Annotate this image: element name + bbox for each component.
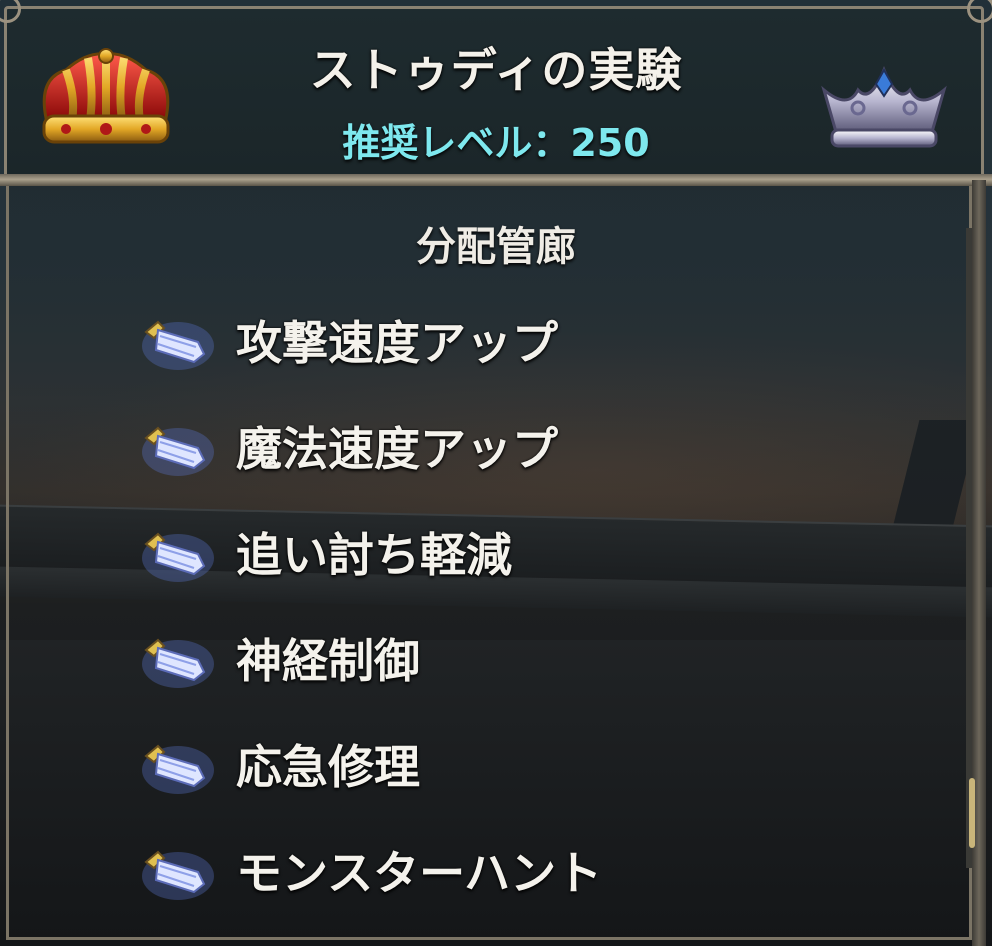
game-screen: ストゥディの実験 推奨レベル：250 分配管廊 攻撃速度アップ 魔法速度アップ …	[0, 0, 992, 946]
list-item[interactable]: 追い討ち軽減	[140, 520, 760, 590]
list-item-label: 応急修理	[236, 740, 420, 794]
list-item[interactable]: モンスターハント	[140, 838, 760, 908]
crystal-icon	[142, 638, 214, 688]
crystal-icon	[142, 850, 214, 900]
frame-corner-ornament	[0, 0, 21, 23]
list-item-label: モンスターハント	[236, 846, 603, 900]
scrollbar-track[interactable]	[966, 228, 972, 868]
section-title: 分配管廊	[416, 224, 576, 270]
scrollbar-thumb[interactable]	[969, 778, 975, 848]
crystal-icon	[142, 320, 214, 370]
crystal-icon	[142, 744, 214, 794]
header-divider	[0, 174, 992, 186]
stage-title: ストゥディの実験	[309, 43, 683, 97]
list-item[interactable]: 神経制御	[140, 626, 760, 696]
crystal-icon	[142, 426, 214, 476]
list-item-label: 追い討ち軽減	[236, 528, 512, 582]
list-item[interactable]: 攻撃速度アップ	[140, 308, 760, 378]
frame-corner-ornament	[967, 0, 992, 23]
list-item-label: 攻撃速度アップ	[236, 316, 558, 370]
recommended-level: 推奨レベル：250	[342, 121, 650, 165]
list-item[interactable]: 魔法速度アップ	[140, 414, 760, 484]
list-item-label: 魔法速度アップ	[236, 422, 558, 476]
list-item-label: 神経制御	[236, 634, 420, 688]
crystal-icon	[142, 532, 214, 582]
list-item[interactable]: 応急修理	[140, 732, 760, 802]
